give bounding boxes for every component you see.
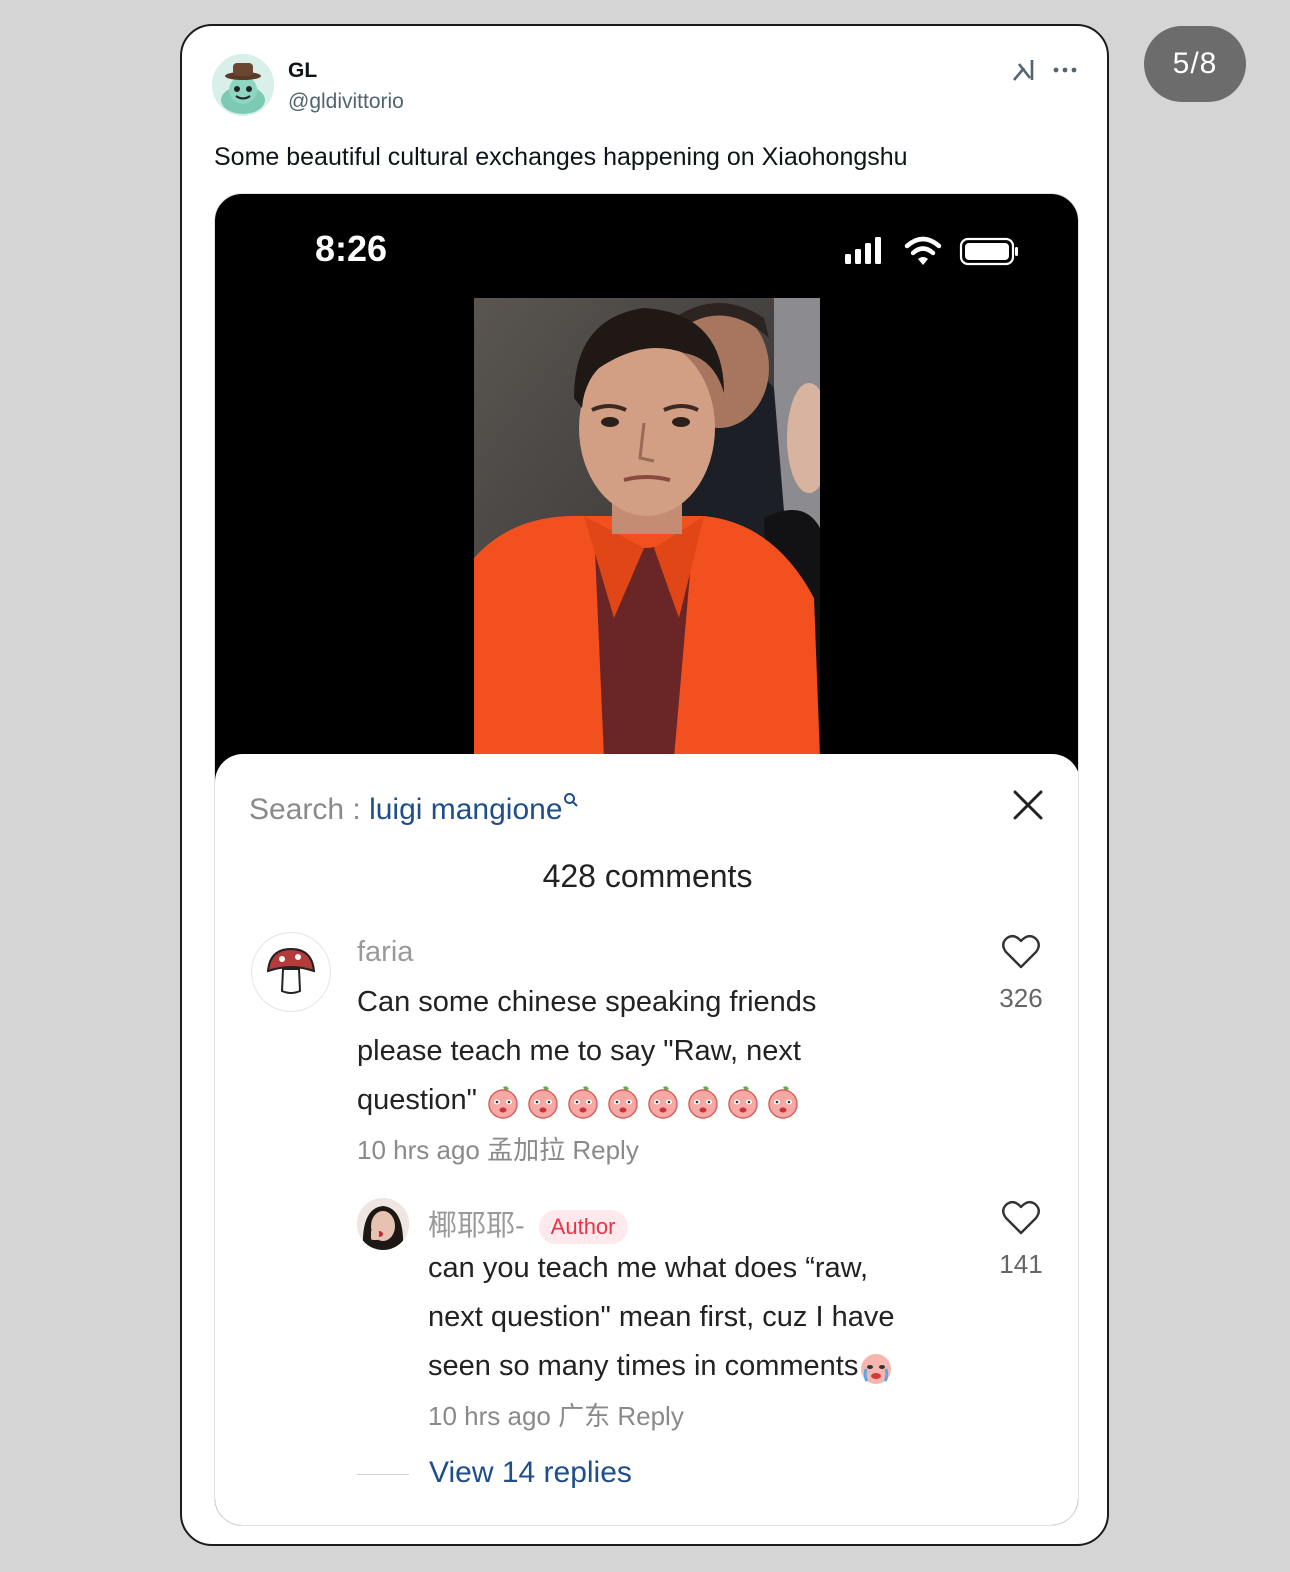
comments-count: 428 comments xyxy=(542,858,753,894)
divider xyxy=(357,1473,409,1475)
mushroom-icon xyxy=(266,947,316,994)
view-replies-label: View 14 replies xyxy=(429,1456,632,1489)
peach-emoji xyxy=(725,1083,761,1120)
comment-line: question" xyxy=(357,1084,477,1116)
reply-username[interactable]: 椰耶耶- xyxy=(428,1210,525,1242)
peach-emoji xyxy=(645,1083,681,1120)
tweet-card: GL @gldivittorio Some beautiful cultural… xyxy=(180,24,1109,1546)
comment-line: Can some chinese speaking friends xyxy=(357,986,817,1018)
peach-emoji xyxy=(525,1083,561,1120)
comment-time: 10 hrs ago xyxy=(357,1135,480,1165)
close-icon[interactable] xyxy=(1011,788,1045,822)
tweet-media[interactable]: 8:26 Search: luigi mangione 428 comment… xyxy=(214,193,1079,1526)
comment-avatar[interactable] xyxy=(251,932,331,1012)
reply-avatar[interactable] xyxy=(357,1198,409,1250)
reply-button[interactable]: Reply xyxy=(617,1401,683,1431)
search-icon xyxy=(563,793,578,807)
page-counter: 5/8 xyxy=(1144,26,1246,102)
comment-line: please teach me to say "Raw, next xyxy=(357,1035,801,1067)
grok-icon[interactable] xyxy=(1010,56,1038,84)
search-suggestion[interactable]: Search : luigi mangione xyxy=(249,792,579,827)
comment-line-with-emoji: seen so many times in comments xyxy=(428,1342,968,1391)
status-bar-icons xyxy=(845,236,1018,266)
avatar[interactable] xyxy=(212,54,274,116)
peach-emoji xyxy=(605,1083,641,1120)
heart-icon[interactable] xyxy=(1001,934,1041,970)
view-replies-link[interactable]: View 14 replies xyxy=(357,1456,632,1490)
reply-username-row: 椰耶耶- Author xyxy=(428,1202,628,1245)
battery-icon xyxy=(959,237,1018,266)
more-options-icon[interactable] xyxy=(1052,56,1078,84)
like-count: 141 xyxy=(999,1249,1043,1279)
author-badge: Author xyxy=(538,1210,628,1245)
comment-location: 广东 xyxy=(558,1401,611,1431)
comment-username[interactable]: faria xyxy=(357,936,413,969)
like-control[interactable]: 141 xyxy=(991,1200,1051,1280)
status-time: 8:26 xyxy=(315,228,388,269)
comment-meta: 10 hrs ago 孟加拉 Reply xyxy=(357,1130,639,1167)
like-count: 326 xyxy=(999,983,1043,1013)
comment-text: Can some chinese speaking friends please… xyxy=(357,978,917,1125)
video-frame[interactable] xyxy=(474,298,820,758)
comment-line-with-emoji: question" xyxy=(357,1076,917,1125)
display-name[interactable]: GL xyxy=(288,59,317,83)
comment-line: next question" mean first, cuz I have xyxy=(428,1301,895,1333)
comments-sheet: Search : luigi mangione 428 comments far… xyxy=(215,754,1078,1525)
reply-text: can you teach me what does “raw, next qu… xyxy=(428,1244,968,1391)
search-query[interactable]: luigi mangione xyxy=(369,793,562,826)
emoji-row xyxy=(485,1083,801,1120)
crying-emoji xyxy=(858,1349,894,1385)
reply-meta: 10 hrs ago 广东 Reply xyxy=(428,1396,684,1433)
search-label: Search : xyxy=(249,793,370,826)
peach-emoji xyxy=(765,1083,801,1120)
peach-emoji xyxy=(685,1083,721,1120)
comment-line: seen so many times in comments xyxy=(428,1350,859,1382)
tweet-text: Some beautiful cultural exchanges happen… xyxy=(214,143,908,171)
peach-emoji xyxy=(485,1083,521,1120)
comment-time: 10 hrs ago xyxy=(428,1401,551,1431)
signal-icon xyxy=(845,237,881,264)
user-handle[interactable]: @gldivittorio xyxy=(288,90,404,114)
wifi-icon xyxy=(904,236,942,265)
like-control[interactable]: 326 xyxy=(991,934,1051,1014)
reply-button[interactable]: Reply xyxy=(572,1135,638,1165)
comment-line: can you teach me what does “raw, xyxy=(428,1252,869,1284)
heart-icon[interactable] xyxy=(1001,1200,1041,1236)
peach-emoji xyxy=(565,1083,601,1120)
comment-location: 孟加拉 xyxy=(487,1135,566,1165)
